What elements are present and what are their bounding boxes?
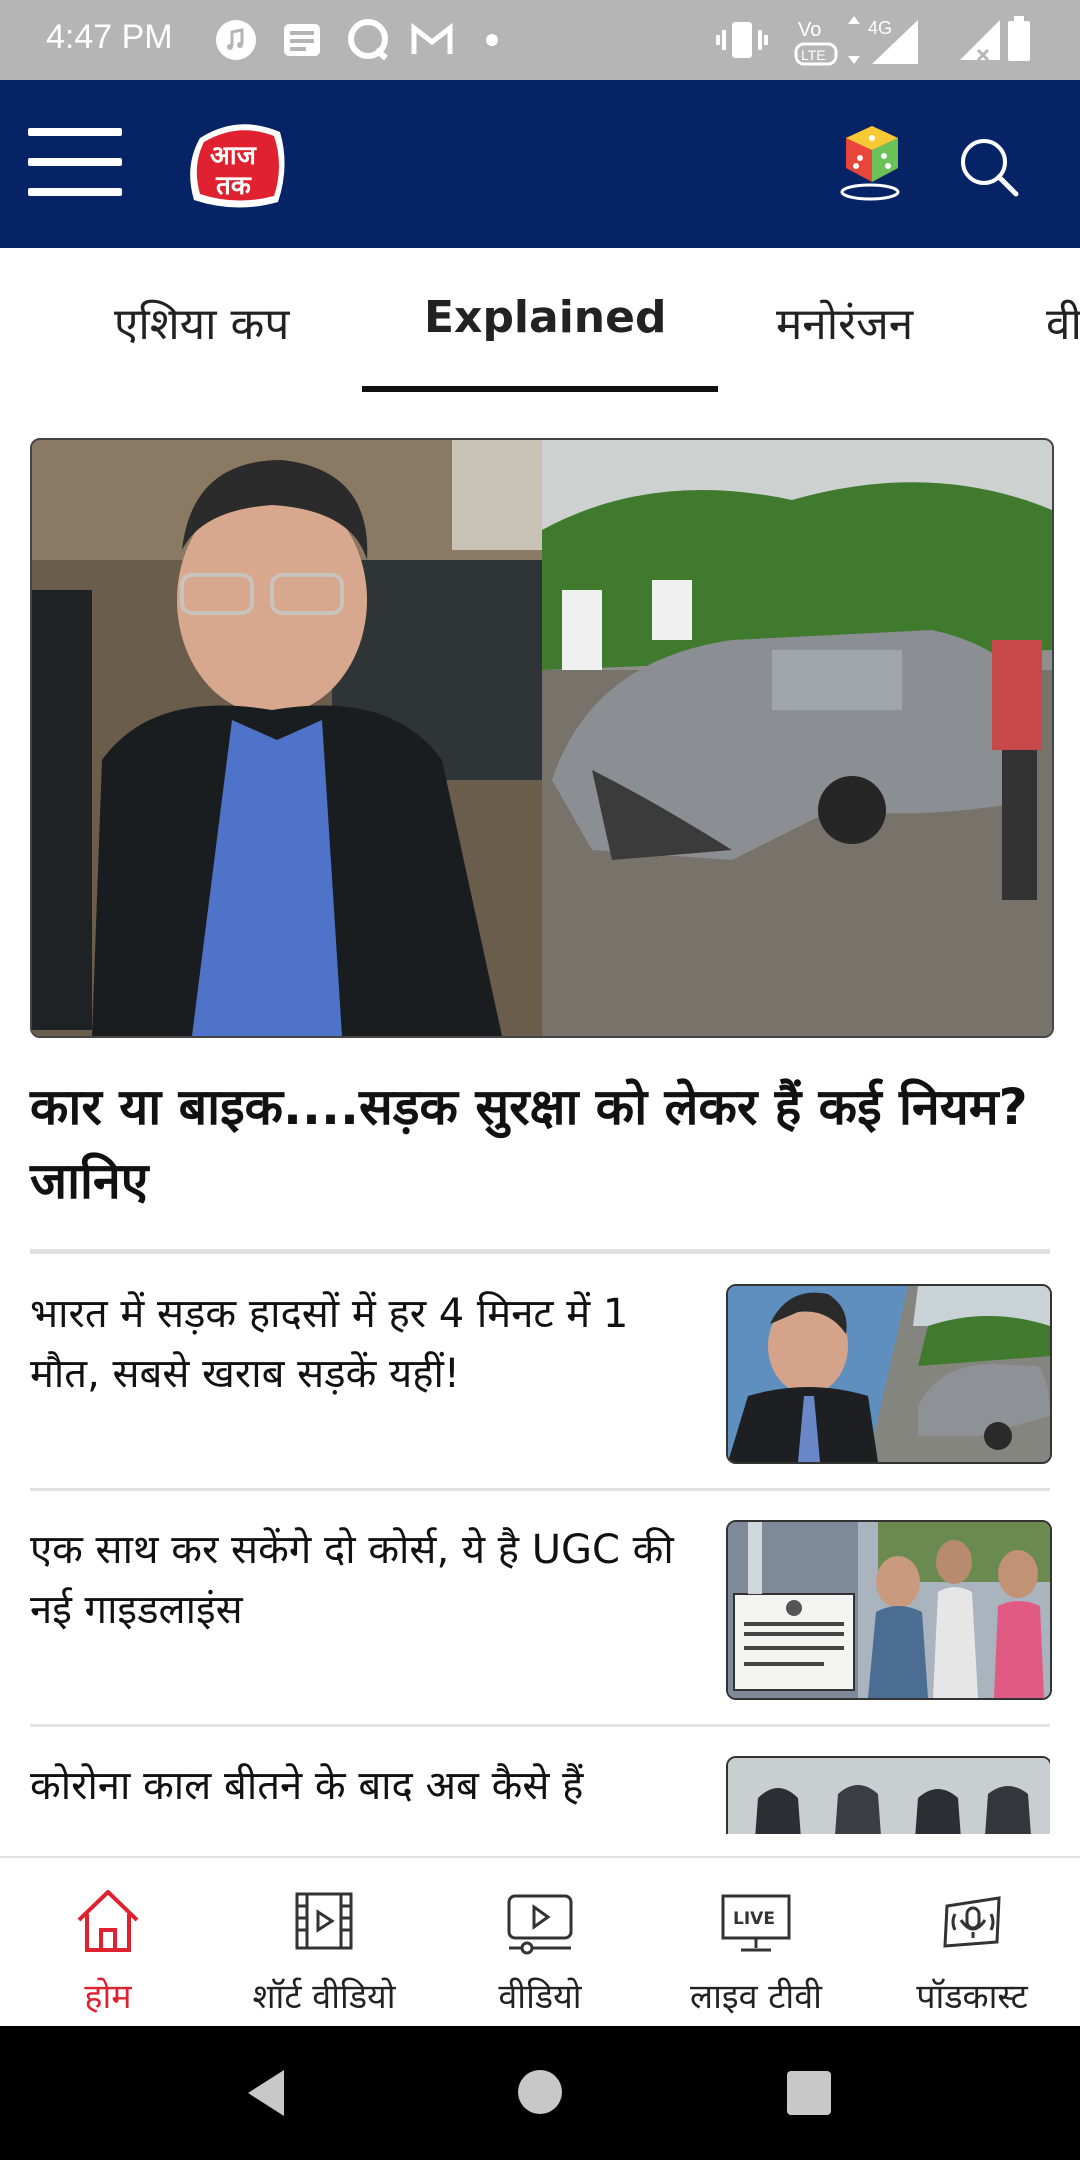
hero-title[interactable]: कार या बाइक....सड़क सुरक्षा को लेकर हैं … (30, 1070, 1050, 1218)
recents-icon[interactable] (786, 2070, 832, 2116)
home-button-icon[interactable] (516, 2068, 564, 2116)
nav-short-video-label: शॉर्ट वीडियो (252, 1977, 396, 2017)
nav-short-video[interactable]: शॉर्ट वीडियो (216, 1858, 432, 2028)
signal-icon (960, 20, 1000, 62)
music-icon (216, 20, 256, 60)
tab-asia-cup[interactable]: एशिया कप (114, 292, 289, 352)
status-time: 4:47 PM (46, 18, 173, 56)
article-thumbnail[interactable] (726, 1756, 1050, 1834)
search-button[interactable] (958, 136, 1020, 198)
chat-icon (348, 19, 388, 61)
video-icon (507, 1894, 573, 1955)
list-item[interactable]: कोरोना काल बीतने के बाद अब कैसे हैं (30, 1756, 1050, 1834)
svg-text:LTE: LTE (801, 47, 826, 63)
svg-text:आज: आज (210, 141, 258, 171)
hero-image[interactable] (30, 438, 1054, 1038)
back-icon[interactable] (244, 2068, 288, 2118)
nav-podcast-label: पॉडकास्ट (916, 1977, 1028, 2017)
list-item[interactable]: भारत में सड़क हादसों में हर 4 मिनट में 1… (30, 1284, 1052, 1464)
system-navigation-bar (0, 2026, 1080, 2160)
home-icon (77, 1890, 139, 1952)
film-icon (295, 1892, 353, 1950)
tab-explained[interactable]: Explained (424, 292, 666, 343)
article-title[interactable]: भारत में सड़क हादसों में हर 4 मिनट में 1… (30, 1284, 690, 1404)
divider (30, 1249, 1050, 1254)
live-badge: LIVE (733, 1909, 775, 1929)
tab-entertainment[interactable]: मनोरंजन (776, 292, 913, 352)
nav-podcast[interactable]: पॉडकास्ट (864, 1858, 1080, 2028)
vibrate-icon (716, 22, 768, 58)
active-tab-indicator (362, 386, 718, 392)
article-thumbnail[interactable] (726, 1520, 1052, 1700)
menu-icon (28, 128, 122, 136)
svg-text:Vo: Vo (798, 19, 821, 41)
gmail-icon (411, 22, 453, 54)
podcast-icon (943, 1896, 1001, 1948)
status-bar: 4:47 PM Vo LTE 4G (0, 0, 1080, 80)
article-thumbnail[interactable] (726, 1284, 1052, 1464)
search-icon (961, 139, 1019, 197)
svg-text:तक: तक (215, 171, 252, 201)
divider (30, 1724, 1050, 1727)
nav-video[interactable]: वीडियो (432, 1858, 648, 2028)
category-tabs: एशिया कप Explained मनोरंजन वी (0, 248, 1080, 398)
article-title[interactable]: एक साथ कर सकेंगे दो कोर्स, ये है UGC की … (30, 1520, 690, 1640)
app-header: आज तक (0, 80, 1080, 248)
article-title[interactable]: कोरोना काल बीतने के बाद अब कैसे हैं (30, 1756, 690, 1816)
list-item[interactable]: एक साथ कर सकेंगे दो कोर्स, ये है UGC की … (30, 1520, 1052, 1700)
volte-icon: Vo LTE (792, 14, 842, 70)
svg-text:4G: 4G (868, 18, 892, 38)
game-dice-icon[interactable] (836, 116, 906, 206)
nav-video-label: वीडियो (498, 1977, 582, 2017)
nav-home-label: होम (84, 1977, 132, 2017)
bottom-navigation: होम शॉर्ट वीडियो वीडियो LIVE लाइव टीवी प… (0, 1856, 1080, 2028)
battery-icon (1008, 16, 1030, 61)
tab-next[interactable]: वी (1046, 292, 1080, 352)
menu-button[interactable] (28, 128, 124, 200)
live-tv-icon: LIVE (721, 1894, 791, 1952)
divider (30, 1488, 1050, 1491)
dot-icon (486, 34, 498, 46)
news-icon (284, 24, 320, 56)
nav-home[interactable]: होम (0, 1858, 216, 2028)
aajtak-logo[interactable]: आज तक (186, 118, 290, 210)
nav-live-tv[interactable]: LIVE लाइव टीवी (648, 1858, 864, 2028)
nav-live-tv-label: लाइव टीवी (690, 1977, 822, 2017)
signal-4g-icon: 4G (848, 16, 918, 64)
